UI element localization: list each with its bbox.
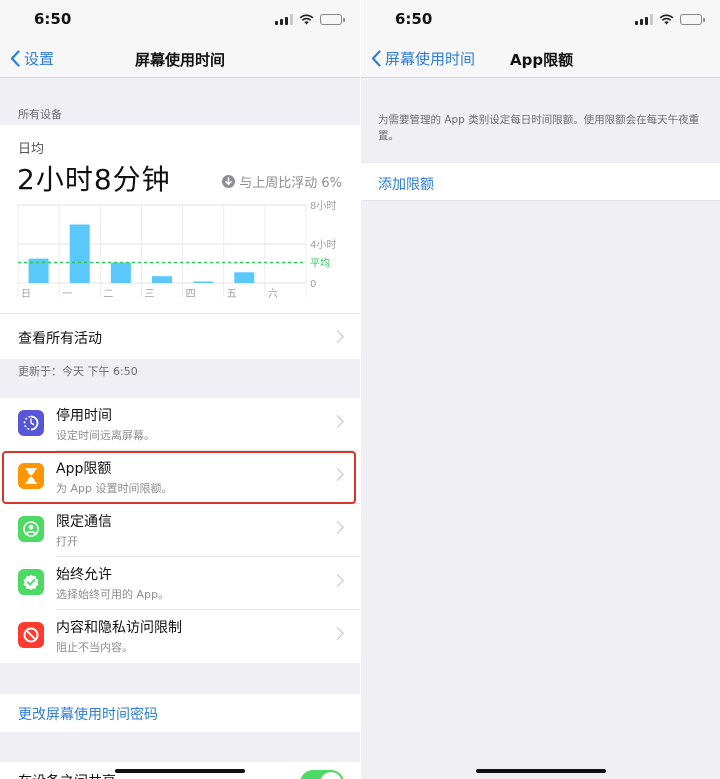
block-icon <box>18 622 44 648</box>
back-label: 设置 <box>24 50 55 68</box>
chart-x-tick-label: 一 <box>62 289 72 300</box>
hourglass-icon <box>18 463 44 489</box>
comparison-text: 与上周比浮动 6% <box>239 176 342 191</box>
arrow-down-circle-icon <box>222 175 236 188</box>
change-passcode-row[interactable]: 更改屏幕使用时间密码 <box>0 694 360 732</box>
chart-bar <box>193 281 214 283</box>
chart-bar <box>110 262 131 283</box>
menu-row-subtitle: 设定时间远离屏幕。 <box>56 429 155 442</box>
chevron-right-icon <box>331 627 344 640</box>
period-label: 日均 <box>18 142 45 157</box>
chevron-right-icon <box>331 468 344 481</box>
menu-row-subtitle: 阻止不当内容。 <box>56 641 133 654</box>
status-icons <box>635 12 705 26</box>
chart-x-tick-label: 五 <box>227 289 237 300</box>
menu-row-title: 限定通信 <box>56 514 112 530</box>
back-label: 屏幕使用时间 <box>385 50 476 68</box>
contact-icon <box>18 516 44 542</box>
menu-row-downtime[interactable]: 停用时间 设定时间远离屏幕。 <box>0 398 360 451</box>
menu-row-title: 始终允许 <box>56 567 112 583</box>
change-passcode-label: 更改屏幕使用时间密码 <box>18 707 158 723</box>
back-button[interactable]: 屏幕使用时间 <box>371 48 475 69</box>
add-limit-row[interactable]: 添加限额 <box>361 162 720 201</box>
chart-y-tick-label: 0 <box>310 279 316 290</box>
menu-row-communication-limits[interactable]: 限定通信 打开 <box>0 504 360 557</box>
status-time: 6:50 <box>395 10 433 28</box>
chart-x-tick-label: 二 <box>103 289 113 300</box>
updated-timestamp: 更新于：今天 下午 6:50 <box>18 365 138 378</box>
status-time: 6:50 <box>34 10 72 28</box>
screen-time-pane: 6:50 设置 屏幕使用时间 所有设备 日均 2小时8分钟 与上周比浮动 6% … <box>0 0 360 779</box>
section-header-all-devices: 所有设备 <box>18 108 62 121</box>
chevron-right-icon <box>331 574 344 587</box>
menu-row-subtitle: 选择始终可用的 App。 <box>56 588 169 601</box>
chart-x-tick-label: 三 <box>144 289 154 300</box>
chevron-left-icon <box>371 50 381 67</box>
battery-icon <box>320 13 345 25</box>
share-across-devices-label: 在设备之间共享 <box>18 771 116 779</box>
status-bar: 6:50 <box>0 0 360 40</box>
cellular-signal-icon <box>275 13 293 25</box>
menu-row-title: 停用时间 <box>56 408 112 424</box>
battery-icon <box>680 13 705 25</box>
see-all-activity-label: 查看所有活动 <box>18 331 102 347</box>
chart-x-tick-label: 日 <box>21 289 31 300</box>
checkmark-badge-icon <box>18 569 44 595</box>
menu-row-title: App限额 <box>56 461 112 477</box>
share-toggle[interactable] <box>300 770 344 779</box>
page-title: App限额 <box>510 51 574 69</box>
usage-bar-chart: 8小时 4小时 0 平均日 一 二 三 四 五 六 <box>17 200 338 305</box>
nav-bar: 设置 屏幕使用时间 <box>0 40 360 78</box>
home-indicator <box>476 769 606 773</box>
status-icons <box>275 12 345 26</box>
chevron-right-icon <box>331 521 344 534</box>
wifi-icon <box>659 14 674 24</box>
chart-bar <box>152 276 172 283</box>
menu-row-always-allowed[interactable]: 始终允许 选择始终可用的 App。 <box>0 557 360 610</box>
chart-bar <box>234 272 255 283</box>
menu-row-subtitle: 打开 <box>56 535 78 548</box>
add-limit-label: 添加限额 <box>378 177 434 193</box>
menu-row-app-limits[interactable]: App限额 为 App 设置时间限额。 <box>0 451 360 504</box>
nav-bar: 屏幕使用时间 App限额 <box>361 40 720 78</box>
menu-row-subtitle: 为 App 设置时间限额。 <box>56 482 173 495</box>
downtime-icon <box>18 410 44 436</box>
chevron-left-icon <box>10 50 20 67</box>
menu-row-title: 内容和隐私访问限制 <box>56 620 182 636</box>
home-indicator <box>115 769 245 773</box>
weekly-comparison: 与上周比浮动 6% <box>222 172 342 191</box>
chart-x-tick-label: 六 <box>268 288 278 300</box>
chevron-right-icon <box>331 330 344 343</box>
app-limits-description: 为需要管理的 App 类别设定每日时间限额。使用限额会在每天午夜重置。 <box>378 114 700 142</box>
wifi-icon <box>299 14 314 24</box>
status-bar: 6:50 <box>361 0 720 40</box>
page-title: 屏幕使用时间 <box>135 51 226 69</box>
see-all-activity-row[interactable]: 查看所有活动 <box>0 313 360 359</box>
chart-bar <box>69 224 90 283</box>
chart-y-tick-label: 8小时 <box>310 200 336 212</box>
chart-average-label: 平均 <box>310 258 330 270</box>
chart-y-tick-label: 4小时 <box>310 239 336 251</box>
cellular-signal-icon <box>635 13 653 25</box>
chart-x-tick-label: 四 <box>186 289 196 300</box>
total-time: 2小时8分钟 <box>17 163 171 196</box>
chevron-right-icon <box>331 415 344 428</box>
back-button[interactable]: 设置 <box>10 48 54 69</box>
menu-row-content-privacy[interactable]: 内容和隐私访问限制 阻止不当内容。 <box>0 610 360 663</box>
app-limits-pane: 6:50 屏幕使用时间 App限额 为需要管理的 App 类别设定每日时间限额。… <box>361 0 720 779</box>
